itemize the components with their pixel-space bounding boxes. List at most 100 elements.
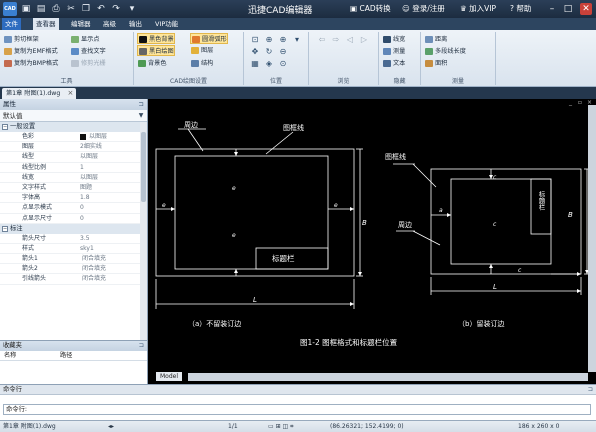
back-icon[interactable]: ⇦ — [317, 35, 327, 45]
line-width-icon — [383, 36, 391, 43]
copy-bmp-icon — [4, 60, 12, 67]
folder-icon[interactable]: ▤ — [35, 3, 47, 15]
find-text-button[interactable]: 查找文字 — [70, 46, 106, 57]
bw-drawing-button[interactable]: 黑白绘图 — [137, 45, 175, 56]
menu-editor[interactable]: 编辑器 — [68, 18, 94, 30]
save-icon[interactable]: ▣ — [20, 3, 32, 15]
forward-icon[interactable]: ⇨ — [331, 35, 341, 45]
properties-selector[interactable]: 默认值 ▼ — [0, 110, 147, 122]
collapse-icon: − — [2, 124, 8, 130]
property-row[interactable]: 点显示尺寸 0 — [0, 214, 147, 224]
section-dimension[interactable]: − 标注 — [0, 223, 147, 234]
menu-vip[interactable]: VIP功能 — [152, 18, 181, 30]
print-icon[interactable]: ⎙ — [50, 3, 62, 15]
dim-c-top: c — [493, 174, 497, 181]
show-points-button[interactable]: 显示点 — [70, 34, 100, 45]
rotate-icon[interactable]: ↻ — [264, 47, 274, 57]
undo-icon[interactable]: ↶ — [95, 3, 107, 15]
canvas-vertical-scrollbar[interactable] — [588, 105, 596, 372]
trim-icon — [71, 60, 79, 67]
distance-icon — [425, 36, 433, 43]
zoom-extents-icon[interactable]: ⊕ — [264, 35, 274, 45]
col-path[interactable]: 路径 — [60, 351, 72, 361]
measure-toggle-button[interactable]: 测量 — [382, 46, 405, 57]
view3d-icon[interactable]: ◈ — [264, 59, 274, 69]
ribbon-group-hide: 线宽 测量 文本 隐藏 — [379, 32, 421, 85]
trim-raster-button[interactable]: 修剪光栅 — [70, 58, 106, 69]
drawing-canvas[interactable]: _ ▫ × 周边 图框线 标题栏 e e e e L B （a）不留装订边 图框… — [148, 99, 596, 384]
dropdown-icon[interactable]: ▾ — [126, 3, 138, 15]
zoom-menu-icon[interactable]: ▾ — [292, 35, 302, 45]
property-row[interactable]: 色彩 以图层 — [0, 132, 147, 143]
property-row[interactable]: 箭头尺寸 3.5 — [0, 234, 147, 244]
prev-icon[interactable]: ◁ — [345, 35, 355, 45]
property-row[interactable]: 图层 2细实线 — [0, 142, 147, 153]
text-toggle-button[interactable]: 文本 — [382, 58, 405, 69]
copy-bmp-button[interactable]: 复制为BMP格式 — [3, 58, 58, 69]
cad-convert-button[interactable]: ▣ CAD转换 — [350, 3, 391, 15]
document-tab[interactable]: 第1章 附图(1).dwg × — [2, 88, 77, 99]
document-tabs: 第1章 附图(1).dwg × — [0, 87, 596, 99]
smooth-arc-button[interactable]: 圆滑弧形 — [190, 33, 228, 44]
scroll-thumb[interactable] — [141, 132, 146, 202]
dim-a-b: a — [439, 207, 443, 214]
property-row[interactable]: 箭头2 闭合填充 — [0, 264, 147, 275]
text-icon — [383, 60, 391, 67]
zoom-in-icon[interactable]: ⊕ — [278, 35, 288, 45]
model-tab[interactable]: Model — [156, 372, 183, 381]
pin-icon[interactable]: ⊐ — [139, 99, 144, 110]
distance-button[interactable]: 距离 — [424, 34, 447, 45]
login-button[interactable]: ☺ 登录/注册 — [402, 3, 445, 15]
black-background-button[interactable]: 黑色背景 — [137, 33, 175, 44]
close-tab-icon[interactable]: × — [67, 88, 73, 99]
status-nav-icon[interactable]: ◂▸ — [108, 421, 114, 432]
zoom-out-icon[interactable]: ⊖ — [278, 47, 288, 57]
command-input[interactable]: 命令行: — [3, 404, 591, 415]
dim-c-right: c — [518, 267, 522, 274]
clip-frame-button[interactable]: 剪切框架 — [3, 34, 39, 45]
property-row[interactable]: 点显示模式 0 — [0, 203, 147, 214]
close-icon[interactable]: ✕ — [580, 3, 592, 15]
area-button[interactable]: 面积 — [424, 58, 447, 69]
fit-icon[interactable]: ▦ — [250, 59, 260, 69]
pan-icon[interactable]: ✥ — [250, 47, 260, 57]
menu-file[interactable]: 文件 — [2, 18, 21, 30]
favorites-panel: 收藏夹 ⊐ 名称 路径 — [0, 340, 148, 384]
ribbon-group-title: 位置 — [269, 78, 282, 85]
property-row[interactable]: 样式 sky1 — [0, 244, 147, 255]
background-color-button[interactable]: 背景色 — [137, 58, 167, 69]
property-row[interactable]: 线型比例 1 — [0, 163, 147, 173]
canvas-horizontal-scrollbar[interactable] — [188, 373, 588, 381]
col-name[interactable]: 名称 — [4, 351, 16, 361]
layers-button[interactable]: 图层 — [190, 45, 213, 56]
label-edge-a: 周边 — [184, 121, 198, 129]
redo-icon[interactable]: ↷ — [110, 3, 122, 15]
vip-button[interactable]: ♛ 加入VIP — [460, 3, 496, 15]
menu-output[interactable]: 输出 — [126, 18, 145, 30]
property-row[interactable]: 字体高 1.8 — [0, 193, 147, 204]
zoom-window-icon[interactable]: ⊡ — [250, 35, 260, 45]
zoom-real-icon[interactable]: ⊙ — [278, 59, 288, 69]
status-tool-icons[interactable]: ▭ ⊞ ◫ ⌗ — [268, 421, 293, 432]
next-icon[interactable]: ▷ — [359, 35, 369, 45]
minimize-icon[interactable]: – — [546, 3, 558, 15]
structure-button[interactable]: 结构 — [190, 58, 213, 69]
menu-viewer[interactable]: 查看器 — [33, 18, 59, 30]
line-width-button[interactable]: 线宽 — [382, 34, 405, 45]
property-row[interactable]: 线型 以图层 — [0, 152, 147, 163]
polyline-length-button[interactable]: 多段线长度 — [424, 46, 466, 57]
property-row[interactable]: 文字样式 图题 — [0, 183, 147, 194]
cut-icon[interactable]: ✂ — [65, 3, 77, 15]
maximize-icon[interactable]: □ — [562, 3, 574, 15]
help-button[interactable]: ? 帮助 — [510, 3, 531, 15]
status-file: 第1章 附图(1).dwg — [3, 423, 56, 430]
pin-icon[interactable]: ⊐ — [139, 341, 144, 351]
property-row[interactable]: 引线箭头 闭合填充 — [0, 274, 147, 285]
properties-scrollbar[interactable] — [140, 122, 147, 340]
property-row[interactable]: 线宽 以图层 — [0, 173, 147, 183]
menu-advanced[interactable]: 高级 — [100, 18, 119, 30]
layers-icon[interactable]: ❐ — [80, 3, 92, 15]
property-row[interactable]: 箭头1 闭合填充 — [0, 254, 147, 265]
section-general[interactable]: − 一般设置 — [0, 122, 147, 132]
copy-emf-button[interactable]: 复制为EMF格式 — [3, 46, 58, 57]
